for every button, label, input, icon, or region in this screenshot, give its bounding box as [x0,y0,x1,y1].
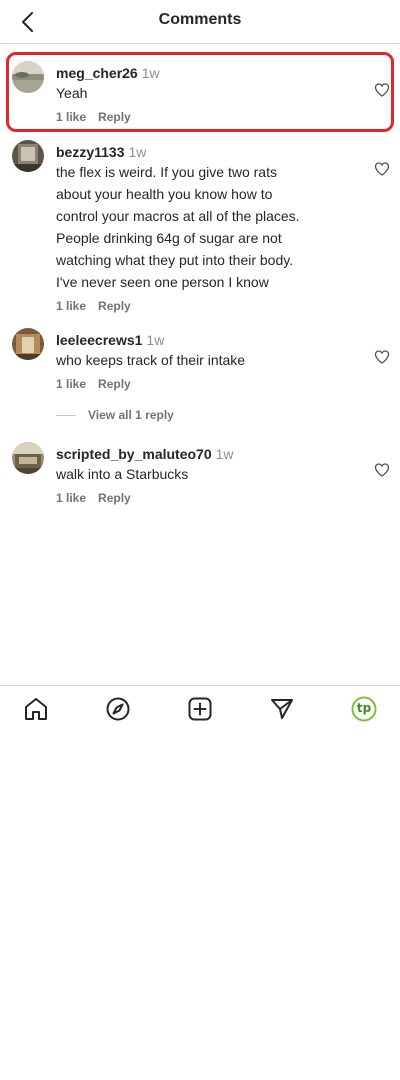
avatar[interactable] [12,61,44,93]
heart-icon[interactable] [374,161,390,177]
avatar[interactable] [12,328,44,360]
explore-compass-icon[interactable] [104,695,132,723]
home-icon[interactable] [22,695,50,723]
bottom-tab-bar: tp [0,685,400,731]
comment-item: scripted_by_maluteo70 1w walk into a Star… [0,441,400,511]
reply-button[interactable]: Reply [98,491,131,505]
heart-icon[interactable] [374,349,390,365]
comment-username[interactable]: scripted_by_maluteo70 [56,446,212,462]
comment-item: bezzy1133 1w the flex is weird. If you gi… [0,140,400,315]
heart-icon[interactable] [374,462,390,478]
comment-timestamp: 1w [146,332,165,348]
like-count[interactable]: 1 like [56,299,86,313]
comment-text: walk into a Starbucks [56,466,189,482]
like-count[interactable]: 1 like [56,110,86,124]
comment-timestamp: 1w [215,446,234,462]
comment-text-line: watching what they put into their body. [56,252,294,268]
comment-item: meg_cher26 1w Yeah 1 like Reply [0,60,400,130]
like-count[interactable]: 1 like [56,491,86,505]
reply-button[interactable]: Reply [98,377,131,391]
replies-divider [56,415,76,416]
comment-item: leeleecrews1 1w who keeps track of their … [0,327,400,397]
header-bar: Comments [0,0,400,44]
comment-text-line: People drinking 64g of sugar are not [56,230,282,246]
comment-username[interactable]: meg_cher26 [56,65,138,81]
like-count[interactable]: 1 like [56,377,86,391]
profile-icon[interactable]: tp [350,695,378,723]
create-plus-icon[interactable] [186,695,214,723]
avatar[interactable] [12,140,44,172]
comment-timestamp: 1w [141,65,160,81]
heart-icon[interactable] [374,82,390,98]
comment-text: who keeps track of their intake [56,352,246,368]
direct-send-icon[interactable] [268,695,296,723]
comment-timestamp: 1w [128,144,147,160]
comment-text-line: I've never seen one person I know [56,274,269,290]
view-replies-label: View all 1 reply [88,408,174,422]
comment-username[interactable]: leeleecrews1 [56,332,142,348]
comment-text: Yeah [56,85,88,101]
profile-badge-text: tp [356,701,372,715]
page-title: Comments [158,11,242,28]
reply-button[interactable]: Reply [98,110,131,124]
reply-button[interactable]: Reply [98,299,131,313]
comment-username[interactable]: bezzy1133 [56,144,125,160]
avatar[interactable] [12,442,44,474]
comment-text-line: about your health you know how to [56,186,273,202]
comment-text-line: control your macros at all of the places… [56,208,300,224]
comment-text-line: the flex is weird. If you give two rats [56,164,277,180]
